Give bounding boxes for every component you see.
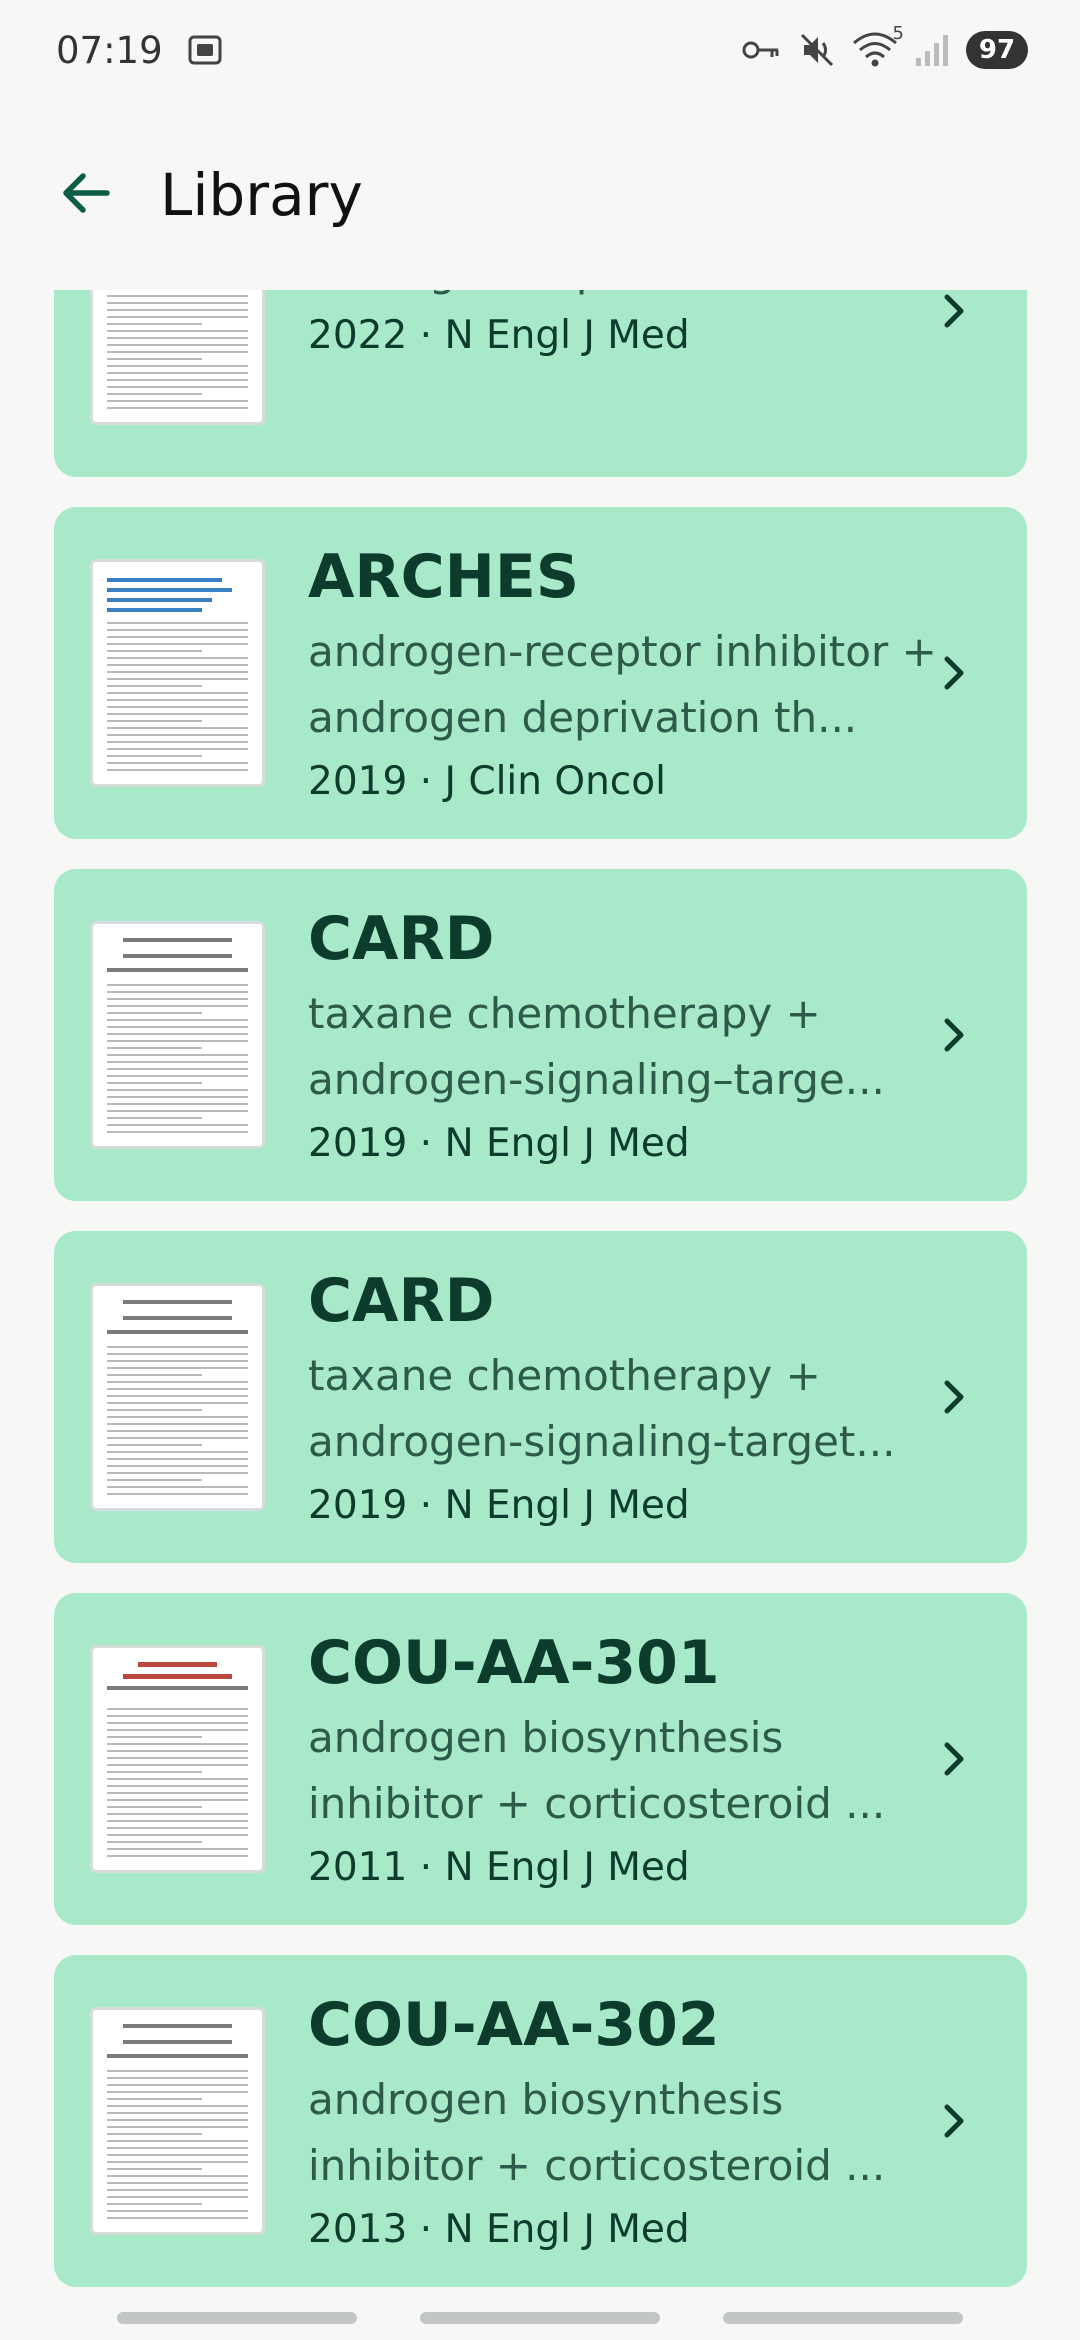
paper-thumbnail	[90, 1645, 265, 1873]
meta-separator: ·	[407, 1845, 445, 1890]
card-text: COU-AA-302 androgen biosynthesis inhibito…	[308, 1983, 948, 2261]
card-text: ARCHES androgen-receptor inhibitor + andr…	[308, 535, 948, 813]
chevron-right-icon	[925, 290, 981, 339]
item-year: 2022	[308, 313, 408, 358]
nav-handle-left	[117, 2312, 357, 2324]
meta-separator: ·	[407, 313, 445, 358]
page-title: Library	[160, 161, 363, 229]
item-description: androgen biosynthesis inhibitor + cortic…	[308, 2075, 886, 2190]
back-arrow-icon	[57, 165, 113, 225]
item-year: 2013	[308, 2207, 408, 2252]
paper-thumbnail	[90, 1283, 265, 1511]
item-journal: N Engl J Med	[444, 313, 690, 358]
back-button[interactable]	[30, 140, 140, 250]
item-meta: 2022 · N Engl J Med	[308, 305, 948, 367]
item-description: taxane chemotherapy + androgen-signaling…	[308, 989, 885, 1104]
item-title: ARCHES	[308, 542, 580, 612]
item-journal: N Engl J Med	[444, 1483, 690, 1528]
item-journal: N Engl J Med	[444, 1121, 690, 1166]
item-meta: 2019 · N Engl J Med	[308, 1475, 948, 1537]
mute-icon	[798, 31, 836, 69]
nav-handle-center	[420, 2312, 660, 2324]
card-text: CARD taxane chemotherapy + androgen-signa…	[308, 1259, 948, 1537]
library-item-card[interactable]: COU-AA-301 androgen biosynthesis inhibito…	[54, 1593, 1027, 1925]
meta-separator: ·	[407, 759, 445, 804]
item-meta: 2019 · J Clin Oncol	[308, 751, 948, 813]
item-year: 2011	[308, 1845, 408, 1890]
item-meta: 2013 · N Engl J Med	[308, 2199, 948, 2261]
card-text: COU-AA-301 androgen biosynthesis inhibito…	[308, 1621, 948, 1899]
item-title: COU-AA-302	[308, 1990, 720, 2060]
item-meta: 2019 · N Engl J Med	[308, 1113, 948, 1175]
item-title: CARD	[308, 1266, 495, 1336]
library-item-card[interactable]: CARD taxane chemotherapy + androgen-signa…	[54, 869, 1027, 1201]
library-item-card[interactable]: COU-AA-302 androgen biosynthesis inhibito…	[54, 1955, 1027, 2287]
app-bar: Library	[0, 100, 1080, 290]
battery-indicator: 97	[966, 31, 1028, 69]
item-description: androgen-receptor inhibitor + androgen d…	[308, 627, 937, 742]
meta-separator: ·	[407, 1121, 445, 1166]
card-text: CARD taxane chemotherapy + androgen-signa…	[308, 897, 948, 1175]
item-meta: 2011 · N Engl J Med	[308, 1837, 948, 1899]
library-item-card[interactable]: androgen-receptor inhibitor + androgen-d…	[54, 290, 1027, 477]
library-item-card[interactable]: CARD taxane chemotherapy + androgen-signa…	[54, 1231, 1027, 1563]
paper-thumbnail	[90, 921, 265, 1149]
chevron-right-icon	[925, 1369, 981, 1425]
screenshot-icon	[185, 30, 225, 70]
item-year: 2019	[308, 759, 408, 804]
library-item-card[interactable]: ARCHES androgen-receptor inhibitor + andr…	[54, 507, 1027, 839]
item-description: taxane chemotherapy + androgen-signaling…	[308, 1351, 896, 1466]
chevron-right-icon	[925, 1007, 981, 1063]
paper-thumbnail	[90, 290, 265, 425]
status-time: 07:19	[56, 28, 163, 72]
paper-thumbnail	[90, 559, 265, 787]
item-description: androgen biosynthesis inhibitor + cortic…	[308, 1713, 886, 1828]
cellular-signal-icon	[914, 32, 950, 68]
library-list[interactable]: androgen-receptor inhibitor + androgen-d…	[0, 290, 1080, 2300]
meta-separator: ·	[407, 2207, 445, 2252]
item-title: COU-AA-301	[308, 1628, 720, 1698]
item-title: CARD	[308, 904, 495, 974]
item-journal: N Engl J Med	[444, 1845, 690, 1890]
item-journal: J Clin Oncol	[444, 759, 666, 804]
status-bar: 07:19 5 97	[0, 0, 1080, 100]
wifi-badge: 5	[892, 23, 904, 44]
chevron-right-icon	[925, 1731, 981, 1787]
card-text: androgen-receptor inhibitor + androgen-d…	[308, 290, 948, 367]
paper-thumbnail	[90, 2007, 265, 2235]
item-description: androgen-receptor inhibitor + androgen-d…	[308, 290, 948, 305]
vpn-key-icon	[742, 35, 782, 65]
nav-handle-right	[723, 2312, 963, 2324]
item-year: 2019	[308, 1483, 408, 1528]
chevron-right-icon	[925, 645, 981, 701]
item-journal: N Engl J Med	[444, 2207, 690, 2252]
wifi-icon: 5	[852, 23, 904, 69]
meta-separator: ·	[407, 1483, 445, 1528]
item-year: 2019	[308, 1121, 408, 1166]
chevron-right-icon	[925, 2093, 981, 2149]
